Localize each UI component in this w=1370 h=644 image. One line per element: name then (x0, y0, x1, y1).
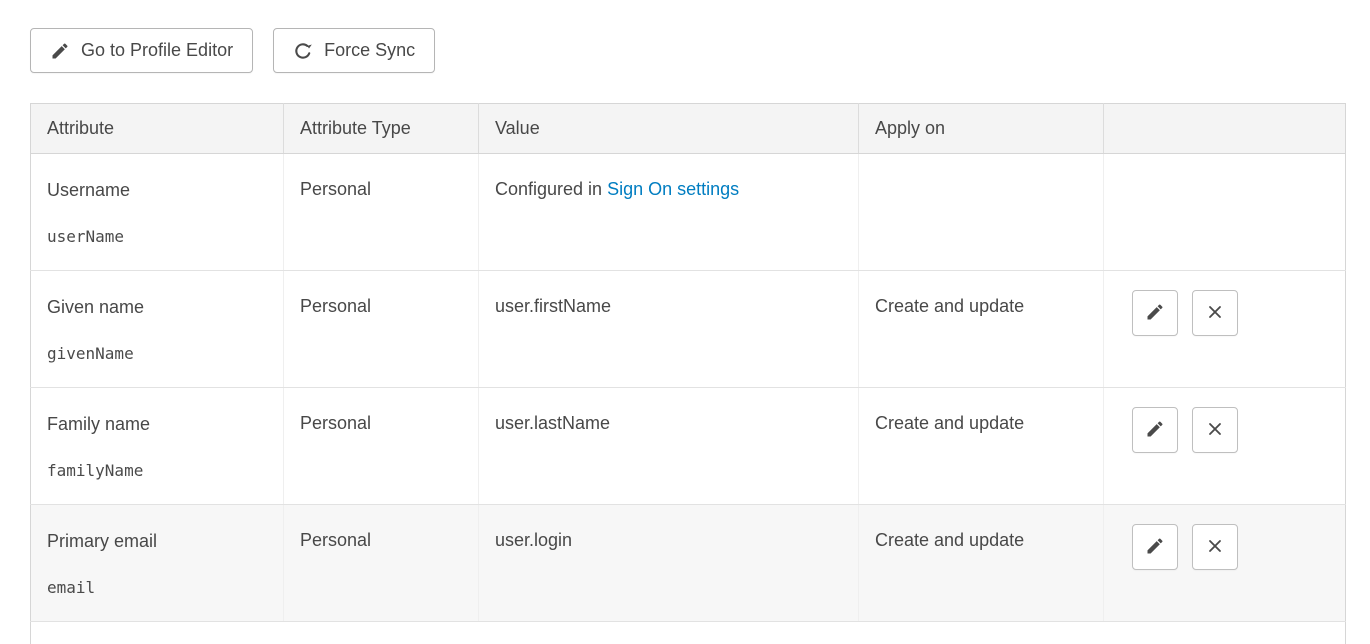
actions-cell (1104, 154, 1346, 271)
go-to-profile-editor-label: Go to Profile Editor (81, 40, 233, 61)
value-cell: Configured in Sign On settings (479, 154, 859, 271)
edit-mapping-button[interactable] (1132, 290, 1178, 336)
attribute-label: Family name (47, 413, 267, 435)
attribute-cell: Username userName (31, 154, 284, 271)
close-icon (1205, 419, 1225, 442)
edit-mapping-button[interactable] (1132, 524, 1178, 570)
actions-cell (1104, 271, 1346, 388)
table-row-given-name: Given name givenName Personal user.first… (31, 271, 1346, 388)
pencil-icon (50, 41, 70, 61)
close-icon (1205, 536, 1225, 559)
attribute-cell: Given name givenName (31, 271, 284, 388)
attribute-variable: userName (47, 227, 267, 247)
force-sync-button[interactable]: Force Sync (273, 28, 435, 73)
go-to-profile-editor-button[interactable]: Go to Profile Editor (30, 28, 253, 73)
value-cell: user.lastName (479, 388, 859, 505)
table-row-primary-email: Primary email email Personal user.login … (31, 505, 1346, 622)
value-cell: user.firstName (479, 271, 859, 388)
header-actions (1104, 104, 1346, 154)
edit-mapping-button[interactable] (1132, 407, 1178, 453)
pencil-icon (1145, 536, 1165, 559)
apply-on-cell: Create and update (859, 271, 1104, 388)
sync-icon (293, 41, 313, 61)
delete-mapping-button[interactable] (1192, 290, 1238, 336)
header-apply-on: Apply on (859, 104, 1104, 154)
attribute-type-cell: Personal (284, 505, 479, 622)
attribute-variable: familyName (47, 461, 267, 481)
toolbar: Go to Profile Editor Force Sync (30, 28, 1345, 73)
attribute-type-cell: Personal (284, 388, 479, 505)
sign-on-settings-link[interactable]: Sign On settings (607, 179, 739, 199)
attribute-mapping-table: Attribute Attribute Type Value Apply on … (30, 103, 1346, 644)
attribute-label: Username (47, 179, 267, 201)
attribute-cell: Family name familyName (31, 388, 284, 505)
attribute-type-cell: Personal (284, 154, 479, 271)
value-cell: user.login (479, 505, 859, 622)
value-text: Configured in (495, 179, 607, 199)
header-attribute: Attribute (31, 104, 284, 154)
table-row-family-name: Family name familyName Personal user.las… (31, 388, 1346, 505)
delete-mapping-button[interactable] (1192, 407, 1238, 453)
table-row-empty (31, 622, 1346, 644)
table-row-username: Username userName Personal Configured in… (31, 154, 1346, 271)
attribute-cell: Primary email email (31, 505, 284, 622)
attribute-mappings-page: Go to Profile Editor Force Sync Attribut… (0, 0, 1370, 644)
attribute-variable: givenName (47, 344, 267, 364)
header-value: Value (479, 104, 859, 154)
apply-on-cell: Create and update (859, 505, 1104, 622)
close-icon (1205, 302, 1225, 325)
force-sync-label: Force Sync (324, 40, 415, 61)
actions-cell (1104, 505, 1346, 622)
attribute-variable: email (47, 578, 267, 598)
apply-on-cell: Create and update (859, 388, 1104, 505)
attribute-type-cell: Personal (284, 271, 479, 388)
pencil-icon (1145, 302, 1165, 325)
attribute-label: Given name (47, 296, 267, 318)
apply-on-cell (859, 154, 1104, 271)
pencil-icon (1145, 419, 1165, 442)
attribute-label: Primary email (47, 530, 267, 552)
delete-mapping-button[interactable] (1192, 524, 1238, 570)
table-header-row: Attribute Attribute Type Value Apply on (31, 104, 1346, 154)
header-attribute-type: Attribute Type (284, 104, 479, 154)
actions-cell (1104, 388, 1346, 505)
